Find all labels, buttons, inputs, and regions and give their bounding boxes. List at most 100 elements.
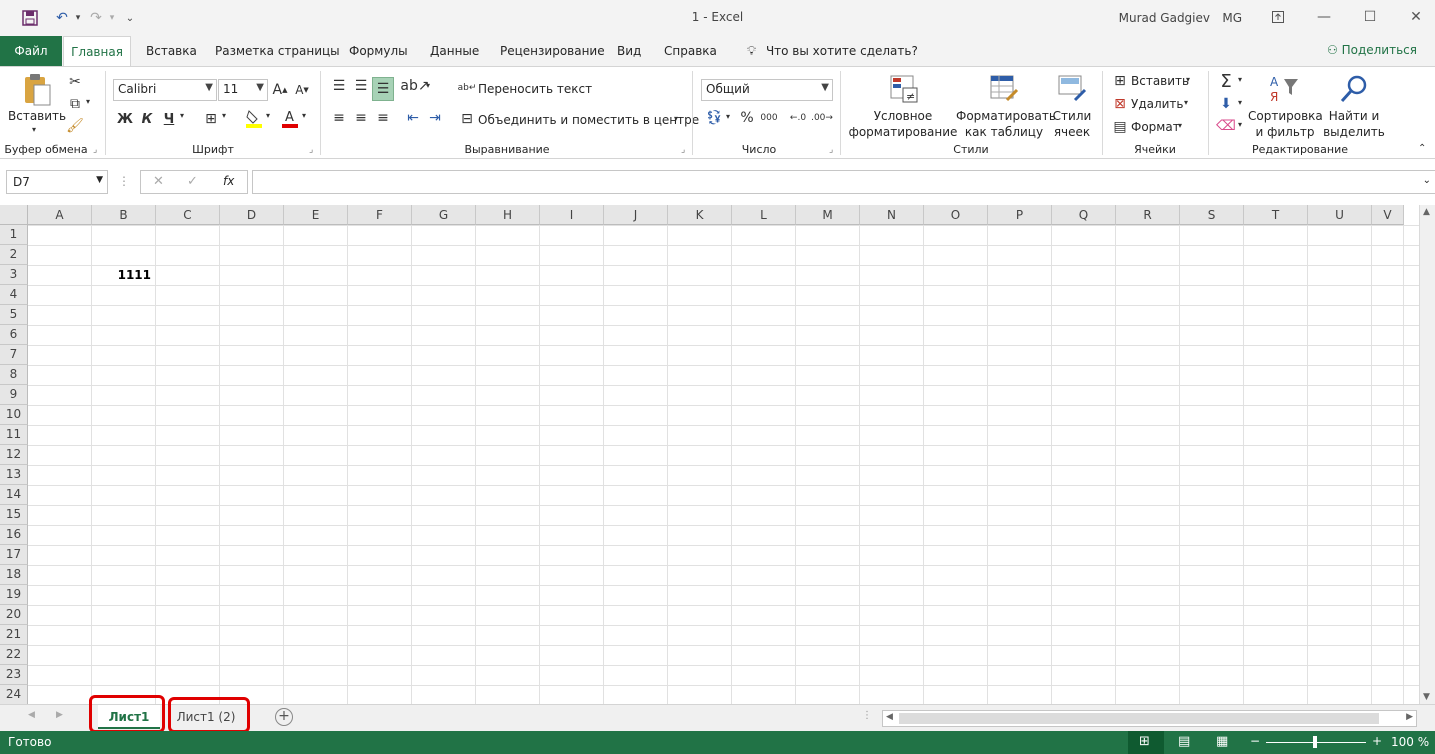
column-header-V[interactable]: V bbox=[1372, 205, 1404, 225]
column-header-R[interactable]: R bbox=[1116, 205, 1180, 225]
row-header-22[interactable]: 22 bbox=[0, 645, 28, 665]
fill-color-dropdown-icon[interactable]: ▾ bbox=[266, 111, 270, 120]
scroll-sheets-left-icon[interactable]: ◀ bbox=[28, 710, 35, 720]
collapse-ribbon-icon[interactable]: ⌃ bbox=[1418, 143, 1426, 154]
column-header-C[interactable]: C bbox=[156, 205, 220, 225]
clear-icon[interactable]: ⌫ bbox=[1216, 117, 1236, 135]
row-header-3[interactable]: 3 bbox=[0, 265, 28, 285]
save-icon[interactable] bbox=[20, 8, 40, 28]
row-header-4[interactable]: 4 bbox=[0, 285, 28, 305]
format-as-table-icon[interactable] bbox=[988, 73, 1020, 105]
column-header-Q[interactable]: Q bbox=[1052, 205, 1116, 225]
font-color-dropdown-icon[interactable]: ▾ bbox=[302, 111, 306, 120]
column-header-S[interactable]: S bbox=[1180, 205, 1244, 225]
increase-decimal-icon[interactable]: ←.0 bbox=[788, 109, 808, 127]
column-header-T[interactable]: T bbox=[1244, 205, 1308, 225]
wrap-text-icon[interactable]: ab↵ bbox=[458, 79, 477, 97]
align-middle-icon[interactable]: ☰ bbox=[352, 77, 370, 95]
clipboard-launcher-icon[interactable]: ⌟ bbox=[93, 145, 97, 155]
borders-icon[interactable]: ⊞ bbox=[202, 109, 220, 129]
scroll-left-icon[interactable]: ◀ bbox=[886, 712, 893, 722]
zoom-slider-thumb[interactable] bbox=[1313, 736, 1317, 748]
insert-cells-icon[interactable]: ⊞ bbox=[1111, 73, 1129, 89]
cell-styles-label-2[interactable]: ячеек bbox=[1046, 125, 1098, 139]
delete-cells-icon[interactable]: ⊠ bbox=[1111, 96, 1129, 112]
alignment-launcher-icon[interactable]: ⌟ bbox=[681, 145, 685, 155]
row-header-11[interactable]: 11 bbox=[0, 425, 28, 445]
user-initials[interactable]: MG bbox=[1222, 11, 1242, 25]
delete-dropdown-icon[interactable]: ▾ bbox=[1184, 98, 1188, 107]
column-header-G[interactable]: G bbox=[412, 205, 476, 225]
accounting-dropdown-icon[interactable]: ▾ bbox=[726, 112, 730, 121]
underline-dropdown-icon[interactable]: ▾ bbox=[180, 111, 184, 120]
conditional-formatting-icon[interactable]: ≠ bbox=[888, 73, 920, 105]
copy-dropdown-icon[interactable]: ▾ bbox=[86, 97, 90, 106]
zoom-out-icon[interactable]: − bbox=[1250, 734, 1260, 748]
insert-cells-button[interactable]: Вставить bbox=[1131, 74, 1189, 88]
sort-filter-icon[interactable]: АЯ bbox=[1268, 73, 1300, 105]
row-header-10[interactable]: 10 bbox=[0, 405, 28, 425]
vertical-scrollbar[interactable]: ▲ ▼ bbox=[1419, 205, 1435, 704]
find-select-label-2[interactable]: выделить bbox=[1320, 125, 1388, 139]
increase-indent-icon[interactable]: ⇥ bbox=[426, 109, 444, 127]
tab-file[interactable]: Файл bbox=[0, 36, 62, 66]
borders-dropdown-icon[interactable]: ▾ bbox=[222, 111, 226, 120]
column-header-U[interactable]: U bbox=[1308, 205, 1372, 225]
decrease-font-icon[interactable]: A ▼ bbox=[294, 81, 310, 99]
font-launcher-icon[interactable]: ⌟ bbox=[309, 145, 313, 155]
row-header-14[interactable]: 14 bbox=[0, 485, 28, 505]
find-select-icon[interactable] bbox=[1338, 73, 1370, 105]
zoom-level[interactable]: 100 % bbox=[1391, 735, 1429, 749]
scroll-down-icon[interactable]: ▼ bbox=[1423, 692, 1430, 702]
user-name[interactable]: Murad Gadgiev bbox=[1119, 11, 1210, 25]
format-cells-icon[interactable]: ▤ bbox=[1111, 119, 1129, 135]
sort-filter-label-2[interactable]: и фильтр bbox=[1248, 125, 1322, 139]
share-button[interactable]: ⚇ Поделиться bbox=[1327, 43, 1417, 57]
tab-split-handle-icon[interactable]: ⋮ bbox=[862, 710, 872, 721]
align-bottom-icon[interactable]: ☰ bbox=[372, 77, 394, 101]
tab-page-layout[interactable]: Разметка страницы bbox=[205, 36, 350, 66]
column-header-F[interactable]: F bbox=[348, 205, 412, 225]
wrap-text-button[interactable]: Переносить текст bbox=[478, 82, 592, 96]
sort-filter-label-1[interactable]: Сортировка bbox=[1248, 109, 1323, 123]
font-name-select[interactable]: Calibri ▼ bbox=[113, 79, 217, 101]
align-right-icon[interactable]: ≡ bbox=[374, 109, 392, 127]
minimize-icon[interactable]: — bbox=[1301, 0, 1347, 34]
fill-icon[interactable]: ⬇ bbox=[1216, 95, 1236, 113]
decrease-decimal-icon[interactable]: .00→ bbox=[811, 109, 833, 127]
decrease-indent-icon[interactable]: ⇤ bbox=[404, 109, 422, 127]
row-header-21[interactable]: 21 bbox=[0, 625, 28, 645]
paste-dropdown-icon[interactable]: ▾ bbox=[32, 125, 36, 134]
tell-me-search[interactable]: 💡︎ Что вы хотите сделать? bbox=[737, 36, 928, 66]
autosum-dropdown-icon[interactable]: ▾ bbox=[1238, 75, 1242, 84]
scroll-right-icon[interactable]: ▶ bbox=[1406, 712, 1413, 722]
column-header-J[interactable]: J bbox=[604, 205, 668, 225]
page-break-view-icon[interactable]: ▦ bbox=[1216, 734, 1228, 749]
paste-label[interactable]: Вставить bbox=[8, 109, 66, 123]
tab-formulas[interactable]: Формулы bbox=[339, 36, 418, 66]
font-size-select[interactable]: 11 ▼ bbox=[218, 79, 268, 101]
name-box[interactable]: D7 ▼ bbox=[6, 170, 108, 194]
increase-font-icon[interactable]: A ▲ bbox=[272, 81, 288, 99]
row-header-23[interactable]: 23 bbox=[0, 665, 28, 685]
column-header-H[interactable]: H bbox=[476, 205, 540, 225]
scroll-thumb[interactable] bbox=[899, 713, 1379, 724]
format-as-table-label-2[interactable]: как таблицу bbox=[956, 125, 1052, 139]
find-select-label-1[interactable]: Найти и bbox=[1320, 109, 1388, 123]
column-header-E[interactable]: E bbox=[284, 205, 348, 225]
column-header-L[interactable]: L bbox=[732, 205, 796, 225]
cut-icon[interactable]: ✂ bbox=[66, 73, 84, 91]
tab-review[interactable]: Рецензирование bbox=[490, 36, 615, 66]
tab-data[interactable]: Данные bbox=[420, 36, 489, 66]
delete-cells-button[interactable]: Удалить bbox=[1131, 97, 1184, 111]
cell-B3[interactable]: 1111 bbox=[92, 265, 153, 285]
row-header-15[interactable]: 15 bbox=[0, 505, 28, 525]
row-header-20[interactable]: 20 bbox=[0, 605, 28, 625]
ribbon-display-options-icon[interactable] bbox=[1255, 0, 1301, 34]
add-sheet-icon[interactable]: + bbox=[275, 708, 293, 726]
percent-style-button[interactable]: % bbox=[738, 109, 756, 127]
align-center-icon[interactable]: ≡ bbox=[352, 109, 370, 127]
format-painter-icon[interactable]: 🖌︎ bbox=[66, 117, 84, 135]
enter-icon[interactable]: ✓ bbox=[187, 174, 198, 189]
conditional-formatting-label-1[interactable]: Условное bbox=[844, 109, 962, 123]
